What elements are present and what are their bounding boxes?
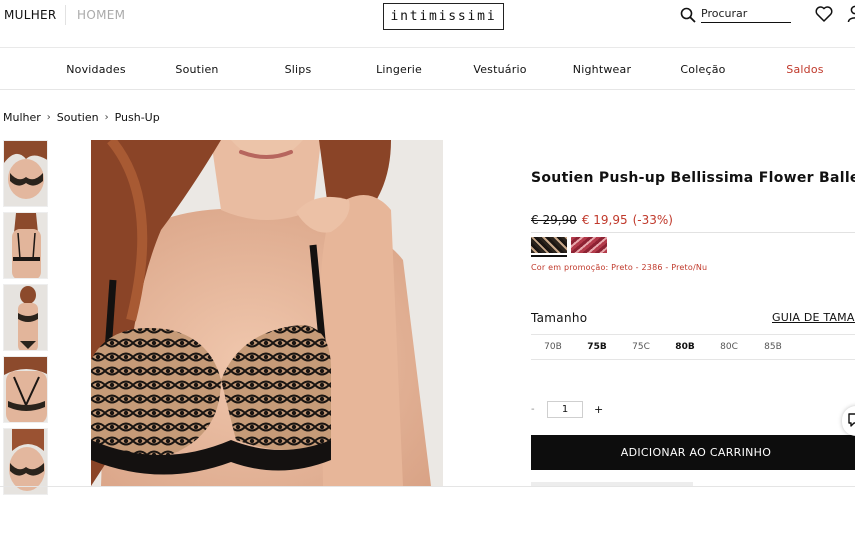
gender-divider (65, 5, 66, 25)
user-icon[interactable] (847, 5, 855, 23)
breadcrumb-soutien[interactable]: Soutien (57, 111, 99, 124)
top-header: MULHER HOMEM intimissimi (0, 0, 855, 48)
nav-item-colecao[interactable]: Coleção (680, 63, 725, 76)
old-price: € 29,90 (531, 213, 577, 227)
selected-swatch-indicator (531, 255, 567, 257)
breadcrumb-separator: › (104, 112, 109, 123)
color-swatch-black-nude[interactable] (531, 237, 567, 253)
content-divider (0, 486, 855, 487)
search-icon[interactable] (680, 7, 696, 23)
product-title: Soutien Push-up Bellissima Flower Ballet (531, 170, 855, 186)
category-nav: Novidades Soutien Slips Lingerie Vestuár… (0, 49, 855, 90)
discount-badge: (-33%) (632, 213, 673, 227)
gender-tab-mulher[interactable]: MULHER (4, 8, 57, 22)
quantity-decrease-button[interactable]: - (531, 404, 535, 415)
search-input[interactable] (701, 6, 791, 23)
search-box (680, 6, 792, 24)
size-option-80b[interactable]: 80B (675, 342, 694, 352)
breadcrumb-separator: › (46, 112, 51, 123)
size-option-85b[interactable]: 85B (764, 342, 782, 352)
thumbnail-1[interactable] (3, 140, 48, 207)
breadcrumb: Mulher › Soutien › Push-Up (3, 111, 160, 124)
nav-item-lingerie[interactable]: Lingerie (376, 63, 422, 76)
promo-color-note: Cor em promoção: Preto - 2386 - Preto/Nu (531, 263, 708, 272)
size-selector: 70B 75B 75C 80B 80C 85B (531, 334, 855, 360)
size-option-80c[interactable]: 80C (720, 342, 738, 352)
thumbnail-4[interactable] (3, 356, 48, 423)
size-option-75c[interactable]: 75C (632, 342, 650, 352)
brand-logo[interactable]: intimissimi (383, 3, 504, 30)
price-row: € 29,90 € 19,95 (-33%) (531, 213, 673, 227)
chat-icon (848, 413, 855, 427)
nav-item-novidades[interactable]: Novidades (66, 63, 126, 76)
thumbnail-2[interactable] (3, 212, 48, 279)
breadcrumb-push-up: Push-Up (114, 111, 160, 124)
nav-item-vestuario[interactable]: Vestuário (473, 63, 526, 76)
add-to-cart-button[interactable]: ADICIONAR AO CARRINHO (531, 435, 855, 470)
size-option-70b[interactable]: 70B (544, 342, 562, 352)
nav-item-nightwear[interactable]: Nightwear (573, 63, 631, 76)
quantity-input[interactable] (547, 401, 583, 418)
gender-tab-homem[interactable]: HOMEM (77, 8, 125, 22)
chat-widget[interactable] (842, 406, 855, 436)
size-guide-link[interactable]: GUIA DE TAMANHOS (772, 311, 855, 324)
heart-icon[interactable] (815, 5, 833, 23)
nav-item-soutien[interactable]: Soutien (175, 63, 218, 76)
nav-item-saldos[interactable]: Saldos (786, 63, 823, 76)
quantity-increase-button[interactable]: + (594, 403, 603, 416)
nav-item-slips[interactable]: Slips (285, 63, 312, 76)
size-option-75b[interactable]: 75B (587, 342, 606, 352)
thumbnail-3[interactable] (3, 284, 48, 351)
color-swatch-pink-red[interactable] (571, 237, 607, 253)
price-divider (531, 232, 855, 233)
breadcrumb-mulher[interactable]: Mulher (3, 111, 41, 124)
sale-price: € 19,95 (581, 213, 628, 227)
product-main-image[interactable] (91, 140, 443, 486)
thumbnail-5[interactable] (3, 428, 48, 495)
size-label: Tamanho (531, 311, 588, 325)
